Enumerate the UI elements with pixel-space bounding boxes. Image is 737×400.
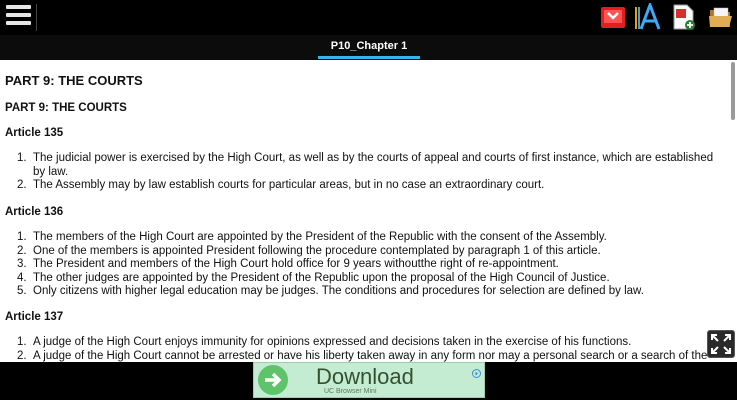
article-heading: Article 137: [5, 311, 64, 323]
pdf-export-icon[interactable]: [669, 3, 697, 31]
folder-open-icon[interactable]: [707, 3, 735, 31]
toolbar-divider: [36, 4, 37, 31]
hamburger-menu-icon[interactable]: [6, 5, 31, 29]
document-title: PART 9: THE COURTS: [5, 73, 143, 88]
list-item: 2. One of the members is appointed Presid…: [17, 244, 601, 257]
ad-choices-icon[interactable]: [472, 365, 481, 378]
document-subtitle: PART 9: THE COURTS: [5, 102, 127, 114]
list-item: 5. Only citizens with higher legal educat…: [17, 285, 644, 297]
bookmark-icon[interactable]: [599, 3, 627, 31]
list-item: 1. The members of the High Court are appo…: [17, 231, 607, 243]
article-list: 1. A judge of the High Court enjoys immun…: [5, 336, 720, 362]
list-item: 2. A judge of the High Court cannot be ar…: [17, 349, 708, 362]
fullscreen-icon[interactable]: [707, 330, 735, 358]
tab-bar: P10_Chapter 1: [0, 35, 737, 60]
article-list: 1. The members of the High Court are appo…: [5, 231, 720, 299]
scrollbar[interactable]: [731, 62, 735, 120]
ad-title: Download: [316, 364, 414, 389]
ad-subtitle: UC Browser Mini: [324, 388, 377, 395]
list-item: 1. A judge of the High Court enjoys immun…: [17, 336, 632, 348]
list-item: 2. The Assembly may by law establish cour…: [17, 179, 545, 191]
list-item: 1. The judicial power is exercised by the…: [17, 152, 714, 178]
tab-active-indicator: [318, 56, 420, 59]
ad-banner[interactable]: Download UC Browser Mini: [253, 362, 485, 398]
bottom-ad-bar: Download UC Browser Mini: [0, 362, 737, 400]
font-size-icon[interactable]: [633, 0, 661, 31]
article-list: 1. The judicial power is exercised by the…: [5, 152, 720, 193]
article-heading: Article 136: [5, 206, 64, 218]
top-toolbar: [0, 0, 737, 35]
article-heading: Article 135: [5, 127, 64, 139]
list-item: 4. The other judges are appointed by the …: [17, 271, 610, 284]
list-item: 3. The President and members of the High …: [17, 258, 559, 270]
download-arrow-icon: [258, 365, 288, 395]
document-view[interactable]: PART 9: THE COURTS PART 9: THE COURTS Ar…: [0, 60, 737, 362]
